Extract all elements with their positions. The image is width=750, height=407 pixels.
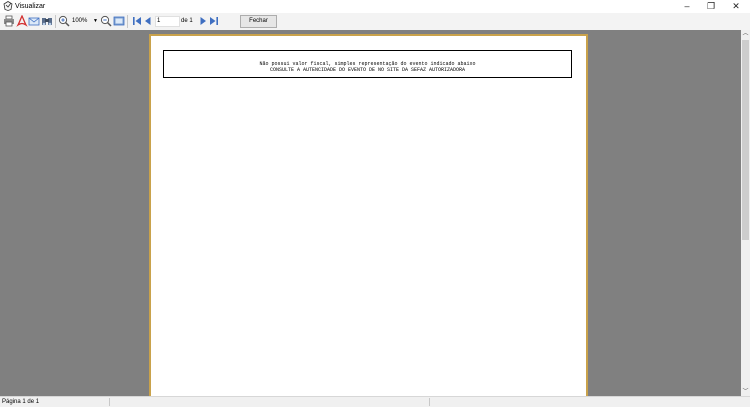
page-number-input[interactable]: 1 (155, 16, 180, 27)
scroll-thumb[interactable] (742, 40, 749, 240)
status-bar: Página 1 de 1 (0, 396, 750, 407)
vertical-scrollbar[interactable]: ︿ ﹀ (741, 30, 750, 396)
email-icon[interactable] (28, 15, 40, 27)
zoom-out-icon[interactable] (100, 15, 112, 27)
find-icon[interactable] (41, 15, 53, 27)
toolbar: 100% ▼ 1 de 1 Fechar (0, 13, 750, 31)
disclaimer-box: Não possui valor fiscal, simples represe… (163, 50, 572, 78)
document-page: Não possui valor fiscal, simples represe… (149, 34, 588, 396)
prev-page-icon[interactable] (142, 15, 154, 27)
minimize-button[interactable]: – (675, 0, 699, 13)
chevron-down-icon[interactable]: ▼ (93, 16, 98, 26)
window-title: Visualizar (15, 3, 46, 10)
page-setup-icon[interactable] (113, 15, 125, 27)
close-preview-button[interactable]: Fechar (240, 15, 277, 28)
close-window-button[interactable]: ✕ (724, 0, 748, 13)
scroll-down-icon[interactable]: ﹀ (741, 388, 750, 396)
page-count-label: de 1 (181, 18, 193, 24)
last-page-icon[interactable] (208, 15, 220, 27)
status-divider (109, 398, 110, 406)
title-bar: Visualizar – ❐ ✕ (0, 0, 750, 13)
disclaimer-line-2: CONSULTE A AUTENCIDADE DO EVENTO DE NO S… (269, 67, 466, 73)
pdf-icon[interactable] (16, 15, 28, 27)
toolbar-separator (127, 15, 128, 28)
zoom-in-icon[interactable] (58, 15, 70, 27)
zoom-select[interactable]: 100% (72, 16, 87, 26)
scroll-up-icon[interactable]: ︿ (741, 30, 750, 38)
app-icon (3, 1, 13, 11)
status-divider (429, 398, 430, 406)
restore-button[interactable]: ❐ (699, 0, 723, 13)
preview-area[interactable]: Não possui valor fiscal, simples represe… (0, 30, 741, 396)
toolbar-separator (55, 15, 56, 28)
print-icon[interactable] (3, 15, 15, 27)
